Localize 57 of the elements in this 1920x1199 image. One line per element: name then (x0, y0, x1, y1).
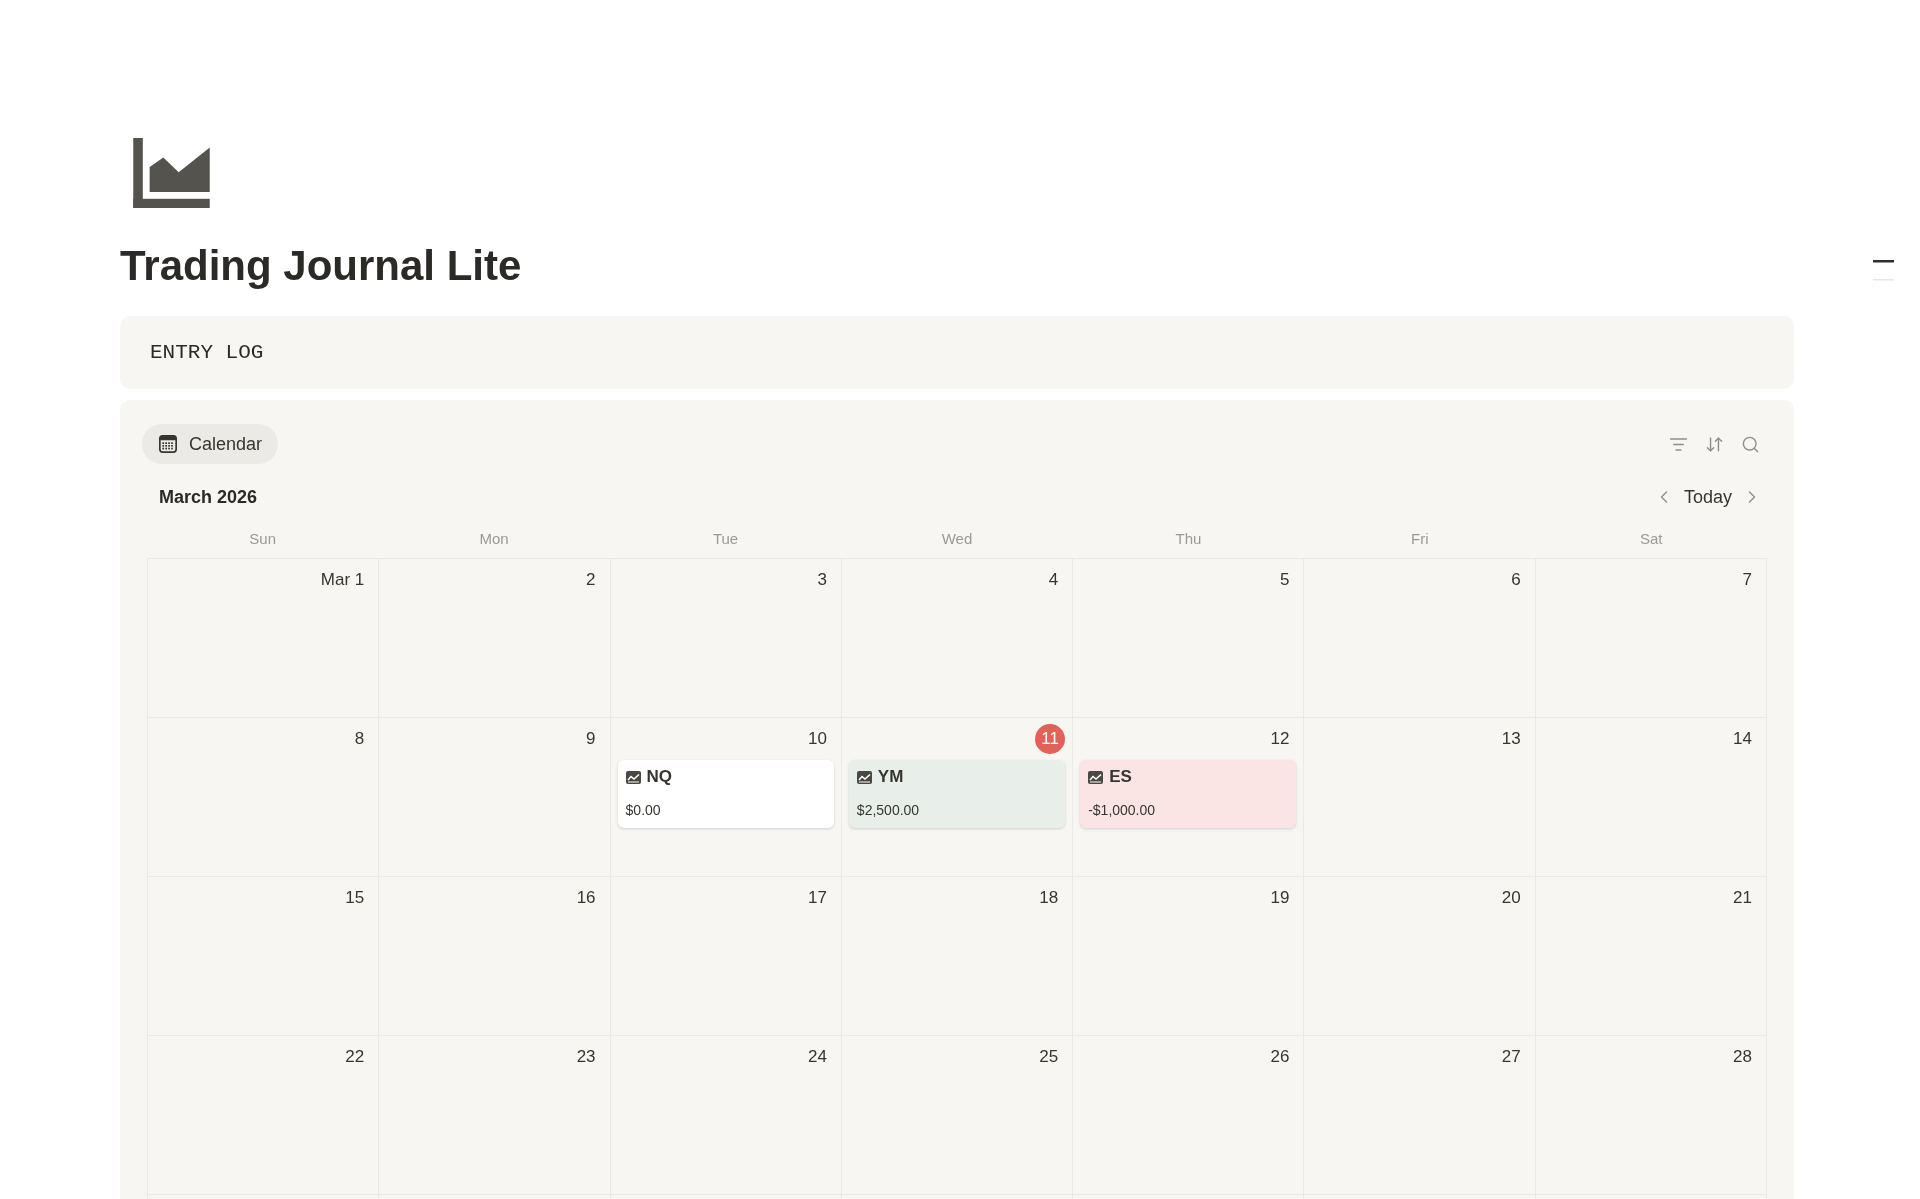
weekday-label: Sun (248, 529, 278, 549)
date-number: 5 (1279, 569, 1290, 592)
date-number: 27 (1501, 1046, 1521, 1069)
date-number: 6 (1511, 569, 1521, 592)
event-card[interactable]: YM $2,500.00 (848, 760, 1066, 828)
event-title: ES (1109, 766, 1132, 789)
weekday-label: Wed (940, 529, 974, 549)
event-card[interactable]: ES -$1,000.00 (1080, 760, 1297, 828)
date-number: 4 (1048, 569, 1059, 592)
date-number: 14 (1733, 728, 1752, 751)
weekday-label: Mon (478, 529, 510, 549)
view-tab[interactable]: Calendar (142, 424, 279, 464)
weekday-label: Sat (1639, 529, 1664, 549)
date-number: 23 (576, 1046, 596, 1069)
date-number: 10 (807, 728, 827, 751)
date-number: 19 (1270, 887, 1290, 910)
date-number: 2 (586, 569, 596, 592)
date-number: 9 (586, 728, 596, 751)
chart-icon (1088, 770, 1104, 784)
sort-icon[interactable] (1705, 434, 1724, 454)
page-chart-icon (133, 138, 210, 208)
date-number: 12 (1270, 728, 1290, 751)
today-button[interactable]: Today (1681, 483, 1734, 511)
callout-text: ENTRY LOG (150, 339, 264, 366)
date-number: 25 (1039, 1046, 1059, 1069)
date-number: Mar 1 (320, 569, 365, 592)
date-number: 8 (354, 728, 365, 751)
chart-icon (856, 770, 872, 784)
date-number: 20 (1501, 887, 1521, 910)
event-title: YM (877, 766, 904, 789)
date-number: 18 (1039, 887, 1059, 910)
date-number: 24 (807, 1046, 827, 1069)
date-number: 17 (807, 887, 827, 910)
chart-icon (625, 770, 641, 784)
date-number: 21 (1733, 887, 1752, 910)
month-title: March 2026 (159, 485, 258, 509)
date-number: 22 (345, 1046, 365, 1069)
date-number: 15 (345, 887, 365, 910)
date-number: 13 (1501, 728, 1521, 751)
date-number: 26 (1270, 1046, 1290, 1069)
date-number: 7 (1742, 569, 1752, 592)
weekday-label: Thu (1174, 529, 1203, 549)
search-icon[interactable] (1741, 434, 1760, 454)
event-amount: $0.00 (625, 801, 662, 820)
date-number: 3 (817, 569, 827, 592)
page-title: Trading Journal Lite (120, 242, 523, 290)
outline-marker-icon (1873, 260, 1894, 282)
date-number: 16 (576, 887, 596, 910)
calendar-icon (159, 435, 177, 453)
today-date-badge: 11 (1035, 724, 1066, 754)
weekday-label: Fri (1410, 529, 1430, 549)
event-amount: $2,500.00 (856, 801, 921, 820)
weekday-label: Tue (711, 529, 740, 549)
date-number: 28 (1733, 1046, 1752, 1069)
event-title: NQ (646, 766, 673, 789)
event-card[interactable]: NQ $0.00 (617, 760, 834, 828)
event-amount: -$1,000.00 (1088, 801, 1157, 820)
